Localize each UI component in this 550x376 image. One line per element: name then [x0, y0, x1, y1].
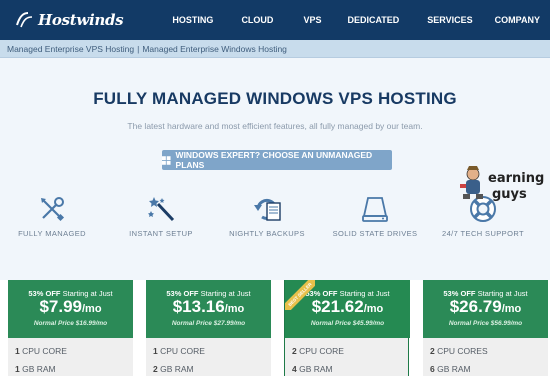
logo-text: Hostwinds: [38, 11, 124, 29]
logo-wind-icon: [16, 12, 33, 28]
nav-hosting[interactable]: HOSTING: [172, 15, 213, 25]
windows-icon: [162, 155, 171, 165]
feature-label: INSTANT SETUP: [129, 229, 193, 238]
watermark-line1: earning: [488, 171, 544, 186]
unmanaged-plans-button[interactable]: WINDOWS EXPERT? CHOOSE AN UNMANAGED PLAN…: [162, 150, 392, 170]
backup-icon: [254, 198, 281, 221]
feature-label: NIGHTLY BACKUPS: [229, 229, 305, 238]
plan-price: $7.99/mo: [39, 297, 102, 316]
feature-nightly-backups: NIGHTLY BACKUPS: [212, 194, 322, 238]
plan-card[interactable]: 53% OFF Starting at Just $13.16/mo Norma…: [146, 280, 271, 376]
nav-services[interactable]: SERVICES: [427, 15, 472, 25]
plan-header: 53% OFF Starting at Just $26.79/mo Norma…: [423, 280, 548, 338]
breadcrumb-item-vps[interactable]: Managed Enterprise VPS Hosting: [7, 44, 134, 54]
page-subtitle: The latest hardware and most efficient f…: [127, 121, 423, 131]
watermark-line2: guys: [492, 187, 527, 202]
breadcrumb-item-windows[interactable]: Managed Enterprise Windows Hosting: [142, 44, 287, 54]
feature-ssd: SOLID STATE DRIVES: [320, 194, 430, 238]
plan-ram: 2 GB RAM: [153, 364, 194, 374]
plan-cpu: 2 CPU CORE: [292, 346, 344, 356]
plan-cpu: 1 CPU CORE: [153, 346, 205, 356]
feature-label: 24/7 TECH SUPPORT: [442, 229, 524, 238]
breadcrumb-separator: |: [137, 43, 140, 54]
plan-ram: 6 GB RAM: [430, 364, 471, 374]
plan-cpu: 1 CPU CORE: [15, 346, 67, 356]
plan-card[interactable]: 53% OFF Starting at Just $26.79/mo Norma…: [423, 280, 548, 376]
best-seller-badge: BEST SELLER: [285, 280, 315, 310]
plan-card[interactable]: 53% OFF Starting at Just $7.99/mo Normal…: [8, 280, 133, 376]
plan-header: 53% OFF Starting at Just $13.16/mo Norma…: [146, 280, 271, 338]
nav-company[interactable]: COMPANY: [495, 15, 540, 25]
nav-vps[interactable]: VPS: [303, 15, 321, 25]
nav-dedicated[interactable]: DEDICATED: [347, 15, 399, 25]
plan-normal-price: Normal Price $45.99/mo: [310, 320, 385, 327]
earning-guys-watermark: earning guys: [460, 166, 544, 202]
site-header: Hostwinds HOSTING CLOUD VPS DEDICATED SE…: [0, 0, 550, 40]
feature-label: SOLID STATE DRIVES: [332, 229, 418, 238]
nav-cloud[interactable]: CLOUD: [241, 15, 273, 25]
plan-card-featured[interactable]: 53% OFF Starting at Just $21.62/mo Norma…: [284, 280, 410, 376]
breadcrumb: Managed Enterprise VPS Hosting | Managed…: [0, 40, 550, 58]
plan-header: 53% OFF Starting at Just $7.99/mo Normal…: [8, 280, 133, 338]
best-seller-ribbon-wrap: BEST SELLER: [285, 280, 315, 310]
hostwinds-logo[interactable]: Hostwinds: [14, 8, 124, 32]
plan-normal-price: Normal Price $16.99/mo: [33, 320, 108, 327]
hero-section: FULLY MANAGED WINDOWS VPS HOSTING The la…: [0, 58, 550, 280]
plan-price: $13.16/mo: [172, 297, 245, 316]
tools-icon: [41, 197, 65, 222]
page-title: FULLY MANAGED WINDOWS VPS HOSTING: [93, 89, 457, 108]
main-nav: HOSTING CLOUD VPS DEDICATED SERVICES COM…: [172, 0, 540, 40]
plan-normal-price: Normal Price $56.99/mo: [448, 320, 523, 327]
plan-cpu: 2 CPU CORES: [430, 346, 488, 356]
plan-normal-price: Normal Price $27.99/mo: [171, 320, 246, 327]
drive-icon: [362, 197, 388, 222]
plan-price: $26.79/mo: [449, 297, 522, 316]
plan-header: 53% OFF Starting at Just $21.62/mo Norma…: [285, 280, 410, 338]
feature-fully-managed: FULLY MANAGED: [0, 194, 107, 238]
cta-label: WINDOWS EXPERT? CHOOSE AN UNMANAGED PLAN…: [175, 150, 373, 170]
feature-label: FULLY MANAGED: [18, 229, 86, 238]
plan-ram: 1 GB RAM: [15, 364, 56, 374]
plan-ram: 4 GB RAM: [292, 364, 333, 374]
magic-wand-icon: [148, 197, 175, 222]
feature-instant-setup: INSTANT SETUP: [106, 194, 216, 238]
